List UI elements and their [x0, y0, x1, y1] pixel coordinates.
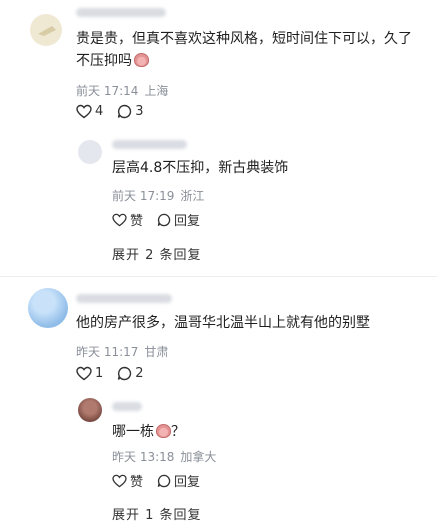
- reply-text: 层高4.8不压抑，新古典装饰: [112, 160, 289, 176]
- reply-meta: 前天 17:19 浙江: [112, 187, 204, 204]
- like-count: 1: [95, 366, 104, 381]
- reply-button[interactable]: 回复: [157, 471, 200, 490]
- comment-meta: 昨天 11:17 甘肃: [76, 343, 168, 360]
- heart-icon: [76, 104, 92, 119]
- heart-icon: [112, 213, 127, 226]
- reply-label: 回复: [174, 214, 201, 229]
- reply-meta: 昨天 13:18 加拿大: [112, 448, 216, 465]
- emoji-icon: [156, 424, 171, 438]
- reply-count: 2: [135, 366, 144, 381]
- like-button[interactable]: 赞: [112, 471, 143, 490]
- comment-actions: 4 3: [76, 104, 158, 119]
- username[interactable]: [76, 8, 166, 17]
- expand-replies-button[interactable]: 展开 2 条回复: [112, 244, 202, 263]
- reply-actions: 赞 回复: [112, 471, 214, 490]
- avatar[interactable]: [28, 288, 68, 328]
- avatar-sketch-icon: [38, 26, 56, 36]
- reply-text: 哪一栋？: [112, 424, 185, 440]
- emoji-icon: [134, 53, 149, 67]
- timestamp: 前天 17:19: [112, 189, 175, 203]
- location: 上海: [144, 84, 169, 98]
- timestamp: 前天 17:14: [76, 84, 139, 98]
- reply-button[interactable]: 回复: [157, 210, 200, 229]
- location: 浙江: [180, 189, 205, 203]
- heart-icon: [76, 366, 92, 381]
- reply-actions: 赞 回复: [112, 210, 214, 229]
- expand-replies-button[interactable]: 展开 1 条回复: [112, 504, 202, 523]
- reply-avatar[interactable]: [78, 140, 102, 164]
- reply-button[interactable]: 3: [117, 104, 144, 119]
- reply-count: 3: [135, 104, 144, 119]
- comment-text: 贵是贵，但真不喜欢这种风格，短时间住下可以，久了: [76, 31, 412, 47]
- reply-username[interactable]: [112, 402, 142, 411]
- reply-label: 回复: [174, 475, 201, 490]
- like-button[interactable]: 1: [76, 366, 103, 381]
- comment-bubble-icon: [157, 213, 171, 226]
- comment-text: 他的房产很多，温哥华北温半山上就有他的别墅: [76, 315, 370, 331]
- reply-button[interactable]: 2: [117, 366, 144, 381]
- like-count: 4: [95, 104, 104, 119]
- divider: [0, 276, 437, 277]
- like-button[interactable]: 赞: [112, 210, 143, 229]
- location: 加拿大: [180, 450, 217, 464]
- heart-icon: [112, 474, 127, 487]
- like-label: 赞: [130, 214, 144, 229]
- reply-avatar[interactable]: [78, 398, 102, 422]
- comment-bubble-icon: [157, 474, 171, 487]
- comment-text-line2: 不压抑吗: [76, 50, 149, 72]
- username[interactable]: [76, 294, 172, 303]
- timestamp: 昨天 13:18: [112, 450, 175, 464]
- location: 甘肃: [144, 345, 169, 359]
- avatar[interactable]: [30, 14, 62, 46]
- like-label: 赞: [130, 475, 144, 490]
- comment-actions: 1 2: [76, 366, 158, 381]
- like-button[interactable]: 4: [76, 104, 103, 119]
- comment-bubble-icon: [118, 366, 132, 381]
- comment-bubble-icon: [118, 104, 132, 119]
- comment-meta: 前天 17:14 上海: [76, 82, 168, 99]
- reply-username[interactable]: [112, 140, 187, 149]
- timestamp: 昨天 11:17: [76, 345, 139, 359]
